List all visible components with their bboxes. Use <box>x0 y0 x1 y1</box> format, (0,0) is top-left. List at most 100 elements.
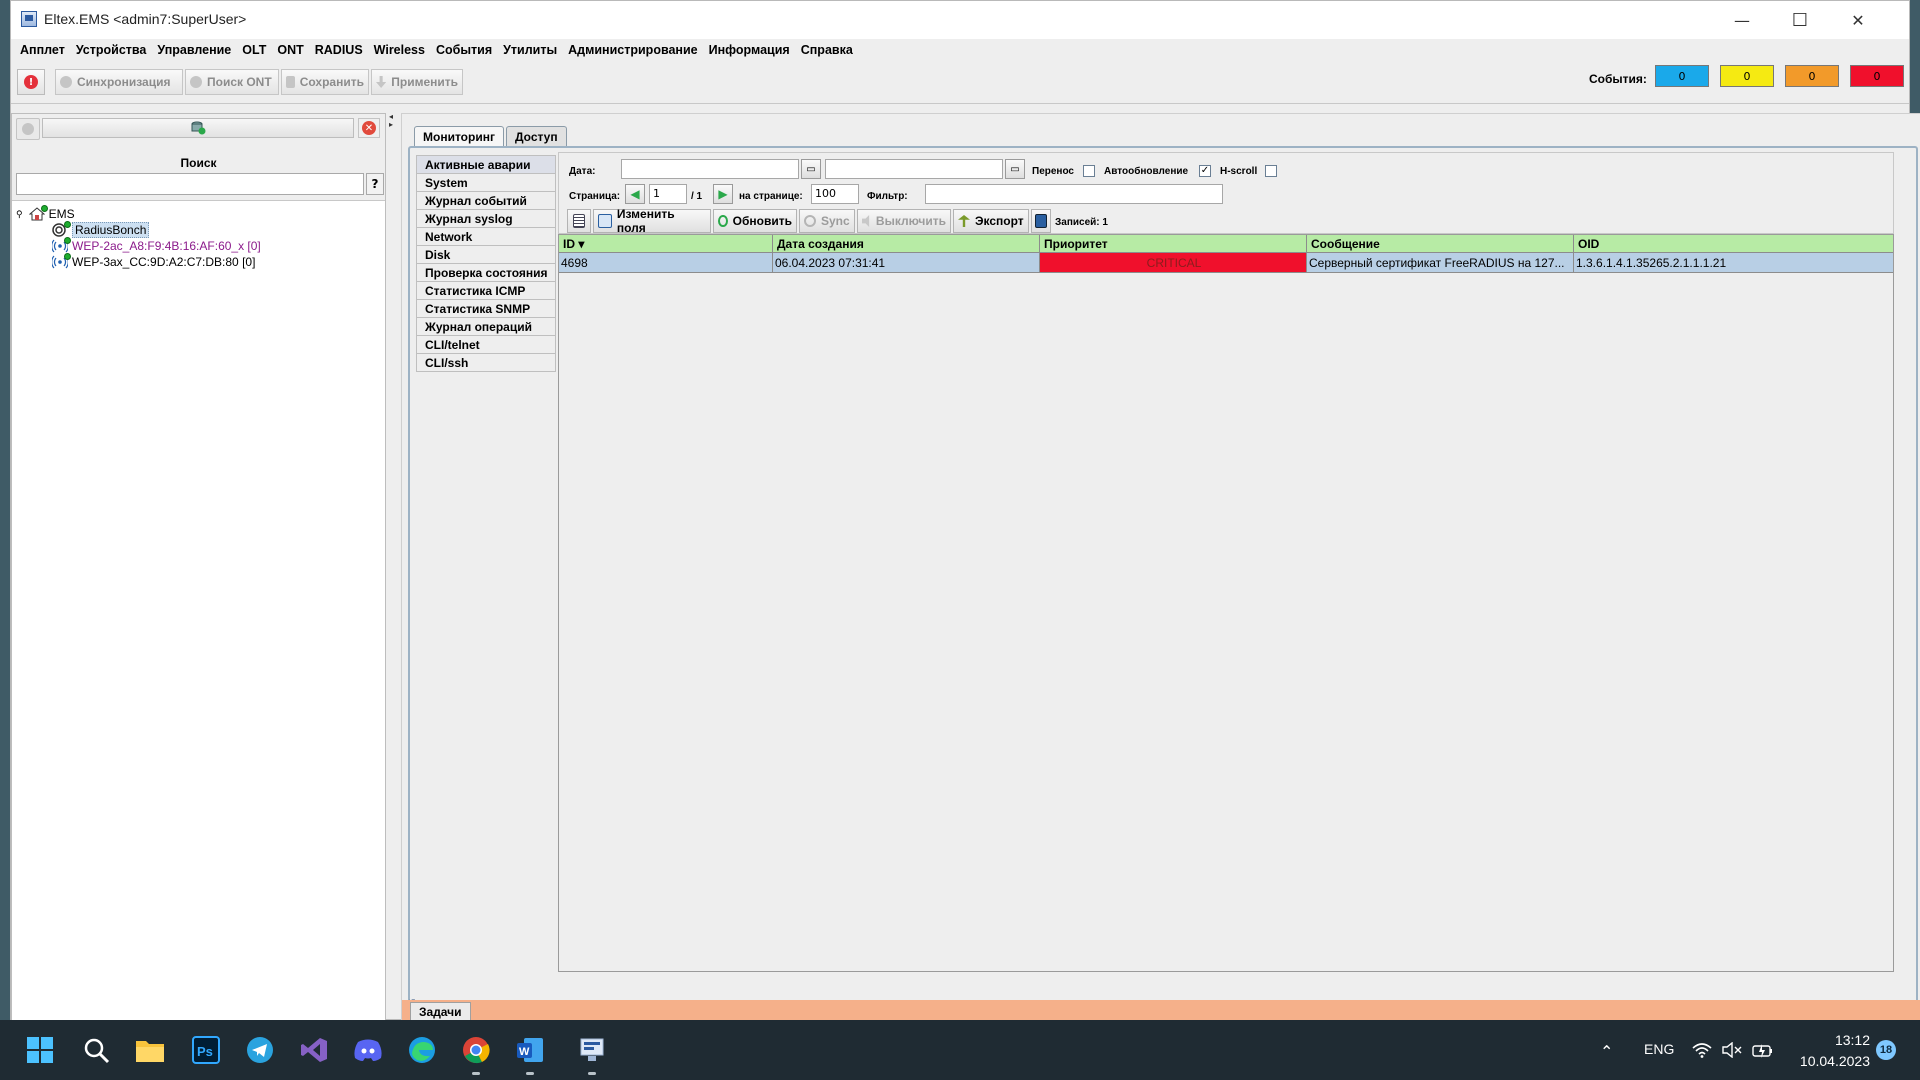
column-header-message[interactable]: Сообщение <box>1307 235 1574 253</box>
date-to-input[interactable] <box>825 159 1003 179</box>
events-count-critical[interactable]: 0 <box>1850 65 1904 87</box>
subnav-cli-ssh[interactable]: CLI/ssh <box>416 354 556 372</box>
subnav-disk[interactable]: Disk <box>416 246 556 264</box>
events-count-major[interactable]: 0 <box>1785 65 1839 87</box>
prev-page-button[interactable]: ◀ <box>625 184 645 204</box>
subnav-snmp-stats[interactable]: Статистика SNMP <box>416 300 556 318</box>
subnav-event-log[interactable]: Журнал событий <box>416 192 556 210</box>
tree-node-wep-3ax[interactable]: WEP-3ax_CC:9D:A2:C7:DB:80 [0] <box>51 253 255 270</box>
clock-time[interactable]: 13:12 <box>1806 1032 1870 1048</box>
tree-action-button[interactable] <box>16 118 40 140</box>
disable-button[interactable]: Выключить <box>857 209 951 233</box>
wrap-checkbox[interactable] <box>1083 165 1095 177</box>
subnav-network[interactable]: Network <box>416 228 556 246</box>
subnav-active-alarms[interactable]: Активные аварии <box>416 155 556 174</box>
maximize-button[interactable]: ☐ <box>1771 1 1829 39</box>
subnav-operations-log[interactable]: Журнал операций <box>416 318 556 336</box>
export-button[interactable]: Экспорт <box>953 209 1029 233</box>
chrome-icon[interactable] <box>460 1034 492 1075</box>
search-input[interactable] <box>16 173 364 195</box>
menu-administration[interactable]: Администрирование <box>568 43 697 57</box>
eltex-ems-icon[interactable] <box>576 1034 608 1075</box>
save-export-button[interactable] <box>1031 209 1051 233</box>
columns-button[interactable] <box>567 209 591 233</box>
menu-utilities[interactable]: Утилиты <box>503 43 557 57</box>
sync-button[interactable]: Синхронизация <box>55 69 183 95</box>
search-help-button[interactable]: ? <box>366 173 384 195</box>
date-to-picker-button[interactable]: ▭ <box>1005 159 1025 179</box>
wrap-label: Перенос <box>1032 166 1074 177</box>
menu-olt[interactable]: OLT <box>242 43 266 57</box>
tab-access[interactable]: Доступ <box>505 126 567 146</box>
next-page-button[interactable]: ▶ <box>713 184 733 204</box>
input-language[interactable]: ENG <box>1644 1041 1674 1057</box>
clock-date[interactable]: 10.04.2023 <box>1790 1053 1870 1069</box>
apply-button[interactable]: Применить <box>371 69 463 95</box>
tray-overflow-icon[interactable]: ⌃ <box>1600 1042 1613 1061</box>
subnav-syslog[interactable]: Журнал syslog <box>416 210 556 228</box>
file-explorer-icon[interactable] <box>134 1034 166 1066</box>
page-input[interactable]: 1 <box>649 184 687 204</box>
notification-badge[interactable]: 18 <box>1876 1040 1896 1060</box>
hscroll-label: H-scroll <box>1220 166 1258 177</box>
tab-tasks[interactable]: Задачи <box>410 1002 471 1021</box>
battery-icon[interactable] <box>1752 1042 1774 1064</box>
volume-muted-icon[interactable] <box>1722 1041 1742 1062</box>
tree-node-ems[interactable]: ⚲ EMS <box>16 205 75 222</box>
menu-ont[interactable]: ONT <box>277 43 303 57</box>
menu-information[interactable]: Информация <box>709 43 790 57</box>
minimize-button[interactable]: — <box>1713 1 1771 39</box>
subnav-system[interactable]: System <box>416 174 556 192</box>
menu-applet[interactable]: Апплет <box>20 43 65 57</box>
tree-expand-icon[interactable]: ⚲ <box>16 209 23 220</box>
per-page-input[interactable]: 100 <box>811 184 859 204</box>
filter-input[interactable] <box>925 184 1223 204</box>
word-icon[interactable]: W <box>514 1034 546 1075</box>
autorefresh-checkbox[interactable]: ✓ <box>1199 165 1211 177</box>
events-count-info[interactable]: 0 <box>1655 65 1709 87</box>
sync-alarms-button[interactable]: Sync <box>799 209 855 233</box>
panel-splitter[interactable]: ◂ ▸ <box>389 113 397 143</box>
column-header-priority[interactable]: Приоритет <box>1040 235 1307 253</box>
tree-node-wep-2ac[interactable]: WEP-2ac_A8:F9:4B:16:AF:60_x [0] <box>51 237 261 254</box>
menu-management[interactable]: Управление <box>157 43 231 57</box>
subnav-health-check[interactable]: Проверка состояния <box>416 264 556 282</box>
main-tabs: Мониторинг Доступ <box>414 126 569 146</box>
tree-refresh-button[interactable] <box>42 118 354 138</box>
search-ont-button[interactable]: Поиск ONT <box>185 69 279 95</box>
tasks-splitter[interactable]: ▴▾ <box>408 992 1918 1005</box>
alarm-button[interactable]: ! <box>17 69 45 95</box>
photoshop-icon[interactable]: Ps <box>190 1034 222 1066</box>
edit-fields-button[interactable]: Изменить поля <box>593 207 711 235</box>
date-from-picker-button[interactable]: ▭ <box>801 159 821 179</box>
arrow-left-icon: ◀ <box>630 187 640 201</box>
menu-wireless[interactable]: Wireless <box>374 43 425 57</box>
subnav-icmp-stats[interactable]: Статистика ICMP <box>416 282 556 300</box>
column-header-created[interactable]: Дата создания <box>773 235 1040 253</box>
column-header-oid[interactable]: OID <box>1574 235 1893 253</box>
subnav-cli-telnet[interactable]: CLI/telnet <box>416 336 556 354</box>
menu-events[interactable]: События <box>436 43 492 57</box>
tree-close-button[interactable]: ✕ <box>358 118 380 138</box>
hscroll-checkbox[interactable] <box>1265 165 1277 177</box>
edge-icon[interactable] <box>406 1034 438 1066</box>
visual-studio-icon[interactable] <box>298 1034 330 1066</box>
events-count-warning[interactable]: 0 <box>1720 65 1774 87</box>
tree-node-radiusbonch[interactable]: RadiusBonch <box>52 221 150 238</box>
column-header-id[interactable]: ID ▾ <box>559 235 773 253</box>
save-button[interactable]: Сохранить <box>281 69 369 95</box>
table-row[interactable]: 4698 06.04.2023 07:31:41 CRITICAL Сервер… <box>559 253 1893 273</box>
toolbar: ! Синхронизация Поиск ONT Сохранить Прим… <box>11 61 1909 104</box>
menu-devices[interactable]: Устройства <box>76 43 147 57</box>
telegram-icon[interactable] <box>244 1034 276 1066</box>
refresh-button[interactable]: Обновить <box>713 209 797 233</box>
date-from-input[interactable] <box>621 159 799 179</box>
close-button[interactable]: ✕ <box>1829 1 1887 39</box>
search-icon[interactable] <box>80 1034 112 1066</box>
windows-start-icon[interactable] <box>24 1034 56 1066</box>
tab-monitoring[interactable]: Мониторинг <box>414 126 504 146</box>
menu-help[interactable]: Справка <box>801 43 853 57</box>
discord-icon[interactable] <box>352 1034 384 1066</box>
wifi-icon[interactable] <box>1692 1042 1712 1062</box>
menu-radius[interactable]: RADIUS <box>315 43 363 57</box>
